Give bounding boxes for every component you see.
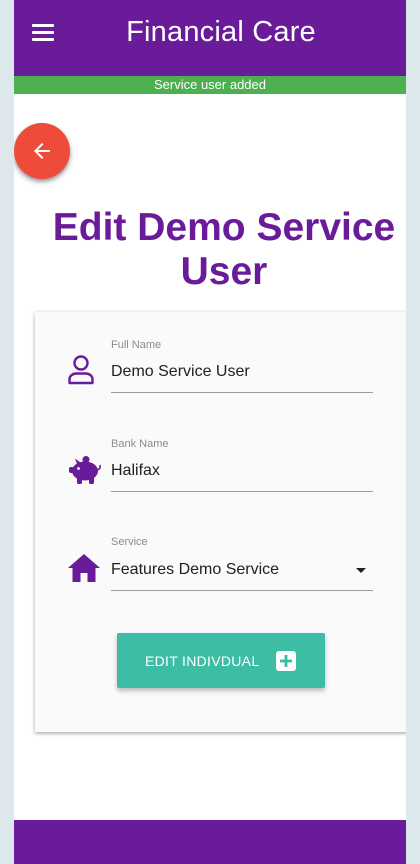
app-screen: Financial Care Service user added Edit D… <box>14 0 406 864</box>
arrow-left-icon <box>34 143 50 159</box>
bank-name-underline <box>111 491 373 492</box>
service-underline <box>111 590 373 591</box>
back-button[interactable] <box>14 123 70 179</box>
full-name-underline <box>111 392 373 393</box>
page-title-line-1: Edit Demo Service <box>52 206 396 249</box>
piggy-bank-icon <box>69 456 102 484</box>
app-title: Financial Care <box>126 16 316 48</box>
notification-banner: Service user added <box>14 76 406 94</box>
plus-box-icon <box>276 651 296 671</box>
edit-service-user-form: Full Name Demo Service User Bank Name Ha… <box>35 312 406 732</box>
edit-individual-button-label: EDIT INDIVDUAL <box>145 653 260 669</box>
page-title: Edit Demo Service User <box>34 206 406 294</box>
person-icon <box>68 355 94 385</box>
page-title-line-2: User <box>180 250 268 293</box>
service-select[interactable] <box>111 538 373 590</box>
app-bar: Financial Care <box>14 0 406 76</box>
home-icon <box>68 554 100 582</box>
edit-individual-button[interactable]: EDIT INDIVDUAL <box>117 633 325 688</box>
bank-name-field[interactable] <box>111 439 373 491</box>
bottom-bar <box>14 820 406 864</box>
full-name-field[interactable] <box>111 340 373 392</box>
